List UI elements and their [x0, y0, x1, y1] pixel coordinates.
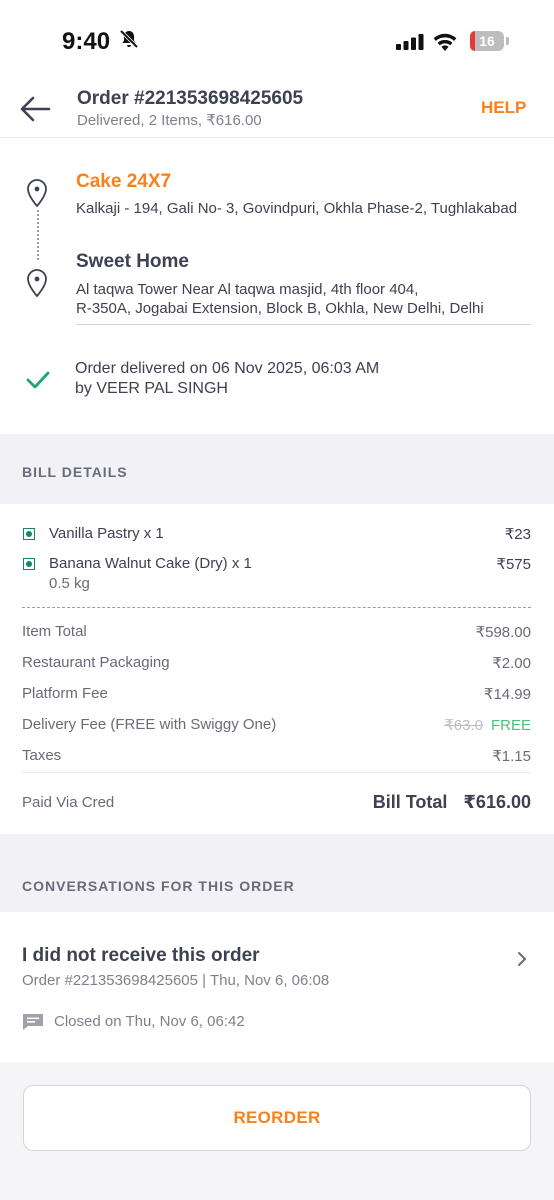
checkmark-icon: [26, 371, 50, 389]
payment-method: Paid Via Cred: [22, 794, 115, 811]
bill-item-name: Banana Walnut Cake (Dry) x 1: [49, 555, 252, 572]
back-arrow-icon[interactable]: [18, 94, 52, 124]
conversations-header: CONVERSATIONS FOR THIS ORDER: [0, 834, 554, 912]
wifi-icon: [433, 33, 457, 51]
bill-item-price: ₹575: [496, 556, 531, 573]
conversation-title[interactable]: I did not receive this order: [22, 945, 260, 967]
delivery-fee-free: FREE: [490, 717, 531, 734]
delivery-fee-original: ₹63.0: [444, 717, 483, 734]
route-dotted-line: [37, 210, 39, 260]
restaurant-name[interactable]: Cake 24X7: [76, 171, 171, 193]
bill-total-label: Bill Total: [372, 792, 448, 812]
delivery-address: Al taqwa Tower Near Al taqwa masjid, 4th…: [76, 280, 531, 318]
help-button[interactable]: HELP: [481, 98, 526, 118]
packaging-label: Restaurant Packaging: [22, 654, 170, 671]
location-pin-icon: [27, 179, 47, 208]
header-divider: [0, 137, 554, 138]
delivery-address-line1: Al taqwa Tower Near Al taqwa masjid, 4th…: [76, 281, 419, 298]
veg-indicator-icon: [23, 528, 35, 540]
conversation-closed-status: Closed on Thu, Nov 6, 06:42: [54, 1013, 245, 1030]
delivery-address-name: Sweet Home: [76, 251, 189, 272]
status-time: 9:40: [62, 28, 111, 55]
status-bar: 9:40 16: [0, 0, 554, 80]
bill-item-quantity: 0.5 kg: [49, 575, 90, 592]
delivery-status-time: Order delivered on 06 Nov 2025, 06:03 AM: [75, 360, 380, 377]
platform-fee-value: ₹14.99: [483, 686, 531, 703]
conversations-title: CONVERSATIONS FOR THIS ORDER: [22, 878, 295, 894]
order-summary: Delivered, 2 Items, ₹616.00: [77, 112, 262, 129]
bill-item-name: Vanilla Pastry x 1: [49, 525, 164, 542]
delivery-address-line2: R-350A, Jogabai Extension, Block B, Okhl…: [76, 300, 484, 317]
bill-details-header: BILL DETAILS: [0, 434, 554, 504]
address-divider: [76, 324, 531, 325]
platform-fee-label: Platform Fee: [22, 685, 108, 702]
item-total-label: Item Total: [22, 623, 87, 640]
chat-bubble-icon: [23, 1014, 43, 1030]
item-total-value: ₹598.00: [475, 624, 531, 641]
order-title: Order #221353698425605: [77, 88, 304, 109]
taxes-value: ₹1.15: [492, 748, 531, 765]
bill-details-title: BILL DETAILS: [22, 464, 128, 480]
veg-indicator-icon: [23, 558, 35, 570]
reorder-button[interactable]: REORDER: [23, 1085, 531, 1151]
battery-tip: [506, 37, 509, 45]
items-divider: [22, 607, 531, 608]
chevron-right-icon[interactable]: [516, 950, 528, 968]
total-divider: [22, 772, 531, 773]
cellular-signal-icon: [396, 34, 424, 50]
battery-percent: 16: [479, 33, 495, 49]
bell-slash-icon: [119, 29, 139, 49]
battery-indicator: 16: [470, 31, 504, 51]
location-pin-icon: [27, 269, 47, 298]
restaurant-address: Kalkaji - 194, Gali No- 3, Govindpuri, O…: [76, 200, 518, 217]
bill-total-value: ₹616.00: [463, 792, 531, 812]
bill-total: Bill Total ₹616.00: [373, 792, 531, 813]
delivery-status: Order delivered on 06 Nov 2025, 06:03 AM…: [75, 359, 379, 399]
bill-item-price: ₹23: [504, 526, 531, 543]
packaging-value: ₹2.00: [492, 655, 531, 672]
delivery-partner: by VEER PAL SINGH: [75, 380, 228, 397]
taxes-label: Taxes: [22, 747, 62, 764]
delivery-fee-value: ₹63.0 FREE: [444, 716, 531, 734]
delivery-fee-label: Delivery Fee (FREE with Swiggy One): [22, 716, 277, 733]
conversation-subtitle: Order #221353698425605 | Thu, Nov 6, 06:…: [22, 972, 330, 989]
